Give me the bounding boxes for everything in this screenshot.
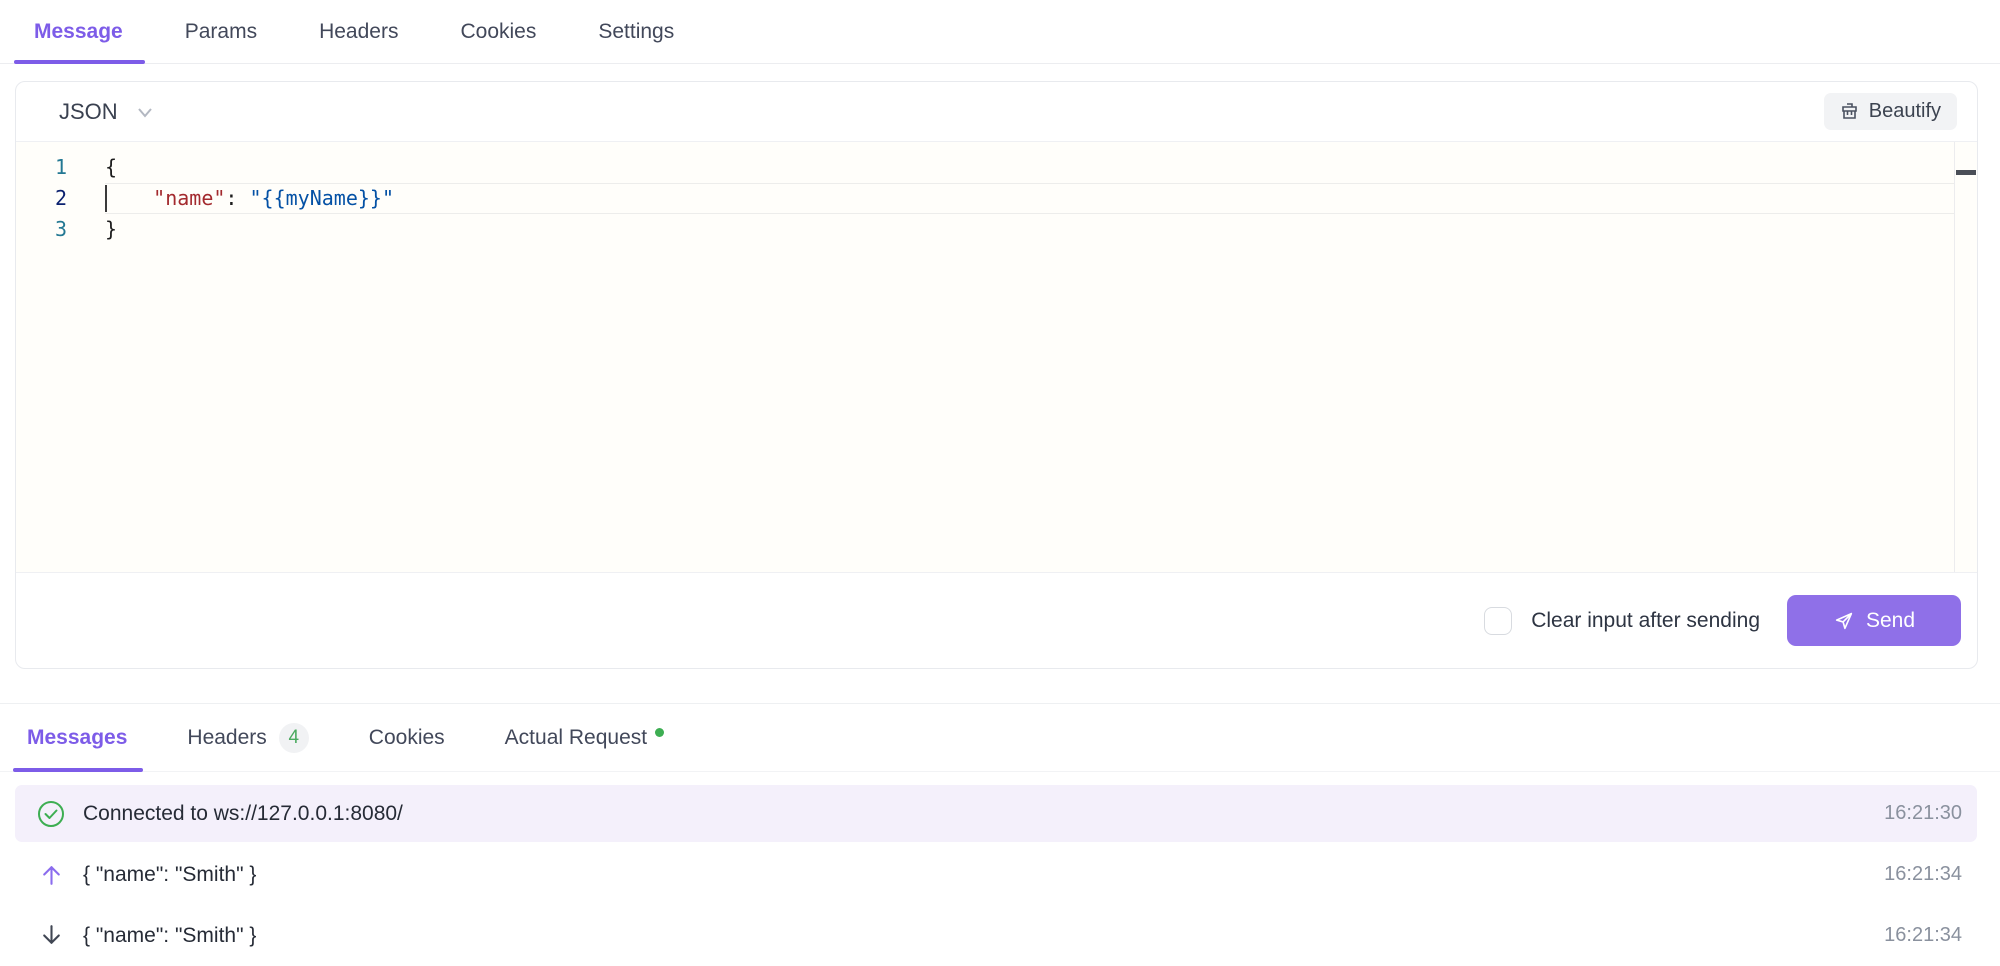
overview-ruler-cursor-mark xyxy=(1956,170,1976,175)
message-timestamp: 16:21:34 xyxy=(1884,924,1962,947)
live-indicator-dot xyxy=(655,728,664,737)
response-tab-bar: Messages Headers 4 Cookies Actual Reques… xyxy=(0,704,2000,772)
tab-settings[interactable]: Settings xyxy=(598,0,674,63)
tab-message[interactable]: Message xyxy=(34,0,123,63)
tab-headers-label: Headers xyxy=(187,726,266,750)
beautify-button-label: Beautify xyxy=(1869,100,1941,123)
send-button[interactable]: Send xyxy=(1787,595,1961,646)
message-text: Connected to ws://127.0.0.1:8080/ xyxy=(83,802,1884,826)
clear-input-checkbox[interactable] xyxy=(1484,607,1512,635)
tab-response-headers[interactable]: Headers 4 xyxy=(187,704,308,771)
check-circle-icon xyxy=(37,800,65,828)
beautify-icon xyxy=(1840,102,1859,121)
message-text: { "name": "Smith" } xyxy=(83,924,1884,948)
line-number: 2 xyxy=(16,183,67,214)
send-button-label: Send xyxy=(1866,609,1915,633)
json-key-token: "name" xyxy=(153,186,225,210)
tab-response-cookies[interactable]: Cookies xyxy=(369,704,445,771)
beautify-button[interactable]: Beautify xyxy=(1824,93,1957,130)
message-row-connected[interactable]: Connected to ws://127.0.0.1:8080/ 16:21:… xyxy=(15,785,1977,842)
editor-scrollbar-gutter xyxy=(1954,142,1955,572)
message-editor-panel: JSON Beautify 1 { 2 "name": "{{myName}}"… xyxy=(15,81,1978,669)
tab-actual-request[interactable]: Actual Request xyxy=(505,704,664,771)
code-line-1[interactable]: 1 { xyxy=(16,152,1977,183)
tab-messages-label: Messages xyxy=(27,726,127,750)
editor-footer: Clear input after sending Send xyxy=(16,572,1977,668)
tab-headers[interactable]: Headers xyxy=(319,0,398,63)
language-dropdown-value: JSON xyxy=(59,99,118,125)
line-number: 1 xyxy=(16,152,67,183)
json-code-editor[interactable]: 1 { 2 "name": "{{myName}}" 3 } xyxy=(16,142,1977,572)
tab-params[interactable]: Params xyxy=(185,0,257,63)
tab-cookies-label: Cookies xyxy=(369,726,445,750)
code-line-2-current[interactable]: 2 "name": "{{myName}}" xyxy=(16,183,1977,214)
tab-messages[interactable]: Messages xyxy=(27,704,127,771)
editor-toolbar: JSON Beautify xyxy=(16,82,1977,142)
message-row-received[interactable]: { "name": "Smith" } 16:21:34 xyxy=(15,907,1977,964)
code-line-content: "name": "{{myName}}" xyxy=(105,183,1954,214)
response-section: Messages Headers 4 Cookies Actual Reques… xyxy=(0,703,2000,964)
message-timestamp: 16:21:34 xyxy=(1884,863,1962,886)
arrow-up-icon xyxy=(37,862,65,887)
line-number: 3 xyxy=(16,214,67,245)
send-icon xyxy=(1833,610,1855,632)
headers-count-badge: 4 xyxy=(279,723,309,753)
json-value-token: "{{myName}}" xyxy=(250,186,395,210)
message-log-list: Connected to ws://127.0.0.1:8080/ 16:21:… xyxy=(15,785,1977,964)
code-indent xyxy=(105,186,153,210)
request-tab-bar: Message Params Headers Cookies Settings xyxy=(0,0,2000,64)
message-timestamp: 16:21:30 xyxy=(1884,802,1962,825)
json-separator-token: : xyxy=(225,186,249,210)
message-text: { "name": "Smith" } xyxy=(83,863,1884,887)
chevron-down-icon xyxy=(136,103,154,121)
message-row-sent[interactable]: { "name": "Smith" } 16:21:34 xyxy=(15,846,1977,903)
tab-actual-request-label: Actual Request xyxy=(505,726,647,750)
tab-cookies[interactable]: Cookies xyxy=(460,0,536,63)
language-dropdown[interactable]: JSON xyxy=(59,99,154,125)
code-line-3[interactable]: 3 } xyxy=(16,214,1977,245)
arrow-down-icon xyxy=(37,923,65,948)
code-line-content: } xyxy=(105,214,1977,245)
code-line-content: { xyxy=(105,152,1977,183)
clear-input-label: Clear input after sending xyxy=(1531,609,1760,633)
